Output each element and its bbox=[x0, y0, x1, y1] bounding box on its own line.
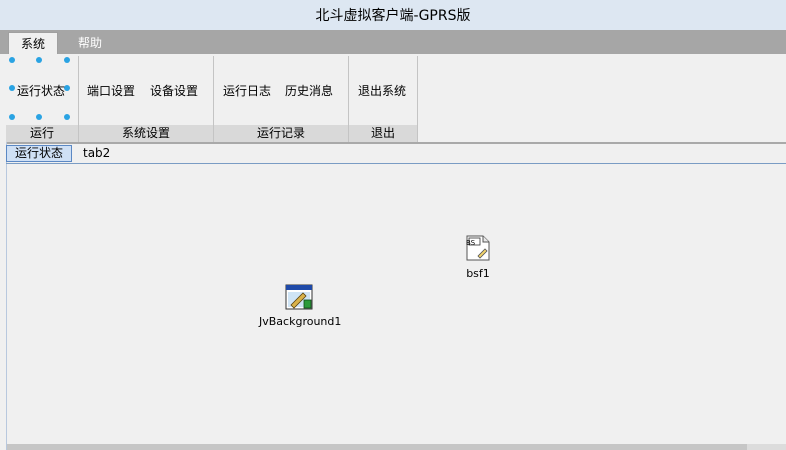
tab-run-status[interactable]: 运行状态 bbox=[6, 145, 73, 162]
menu-bar: 系统 帮助 bbox=[0, 30, 786, 55]
scrollbar-thumb[interactable] bbox=[7, 444, 747, 450]
group-caption-system-settings: 系统设置 bbox=[79, 125, 213, 142]
selection-handle-icon bbox=[9, 85, 15, 91]
menu-tab-system[interactable]: 系统 bbox=[8, 32, 59, 55]
history-messages-button[interactable]: 历史消息 bbox=[285, 82, 333, 100]
jvbackground1-label: JvBackground1 bbox=[259, 315, 342, 328]
selection-handle-icon bbox=[9, 114, 15, 120]
window-title: 北斗虚拟客户端-GPRS版 bbox=[315, 8, 471, 24]
ribbon-group-system-settings: 端口设置 设备设置 系统设置 bbox=[79, 56, 214, 142]
menu-tab-help[interactable]: 帮助 bbox=[66, 32, 114, 54]
selection-handle-icon bbox=[36, 114, 42, 120]
bsf1-component[interactable]: BS bsf1 bbox=[456, 234, 500, 280]
ribbon-group-run-records: 运行日志 历史消息 运行记录 bbox=[214, 56, 349, 142]
group-caption-run: 运行 bbox=[6, 125, 78, 142]
group-caption-run-records: 运行记录 bbox=[214, 125, 348, 142]
selection-handle-icon bbox=[64, 114, 70, 120]
tab-tab2[interactable]: tab2 bbox=[75, 145, 118, 162]
page-tab-strip: 运行状态 tab2 bbox=[6, 145, 786, 164]
run-status-button[interactable]: 运行状态 bbox=[17, 82, 65, 100]
left-panel-edge bbox=[0, 142, 7, 450]
ribbon-group-exit: 退出系统 退出 bbox=[349, 56, 418, 142]
jvbackground1-component[interactable]: JvBackground1 bbox=[259, 284, 342, 328]
bsf1-label: bsf1 bbox=[466, 267, 490, 280]
group-caption-exit: 退出 bbox=[349, 125, 417, 142]
ribbon: 运行状态 运行 端口设置 设备设置 系统设置 运行日志 历史消息 运行记录 退出… bbox=[0, 54, 786, 144]
device-settings-button[interactable]: 设备设置 bbox=[150, 82, 198, 100]
selection-handle-icon bbox=[64, 57, 70, 63]
port-settings-button[interactable]: 端口设置 bbox=[87, 82, 135, 100]
horizontal-scrollbar[interactable] bbox=[7, 444, 786, 450]
bs-badge-icon: BS bbox=[466, 239, 476, 247]
selection-handle-icon bbox=[9, 57, 15, 63]
paint-brush-icon bbox=[285, 284, 313, 310]
ribbon-group-run: 运行状态 运行 bbox=[6, 56, 79, 142]
window-title-bar[interactable]: 北斗虚拟客户端-GPRS版 bbox=[0, 0, 786, 31]
exit-system-button[interactable]: 退出系统 bbox=[358, 82, 406, 100]
bs-badge-text: BS bbox=[466, 239, 476, 247]
selection-handle-icon bbox=[36, 57, 42, 63]
workspace: BS bsf1 JvBackground1 bbox=[7, 164, 786, 446]
run-log-button[interactable]: 运行日志 bbox=[223, 82, 271, 100]
